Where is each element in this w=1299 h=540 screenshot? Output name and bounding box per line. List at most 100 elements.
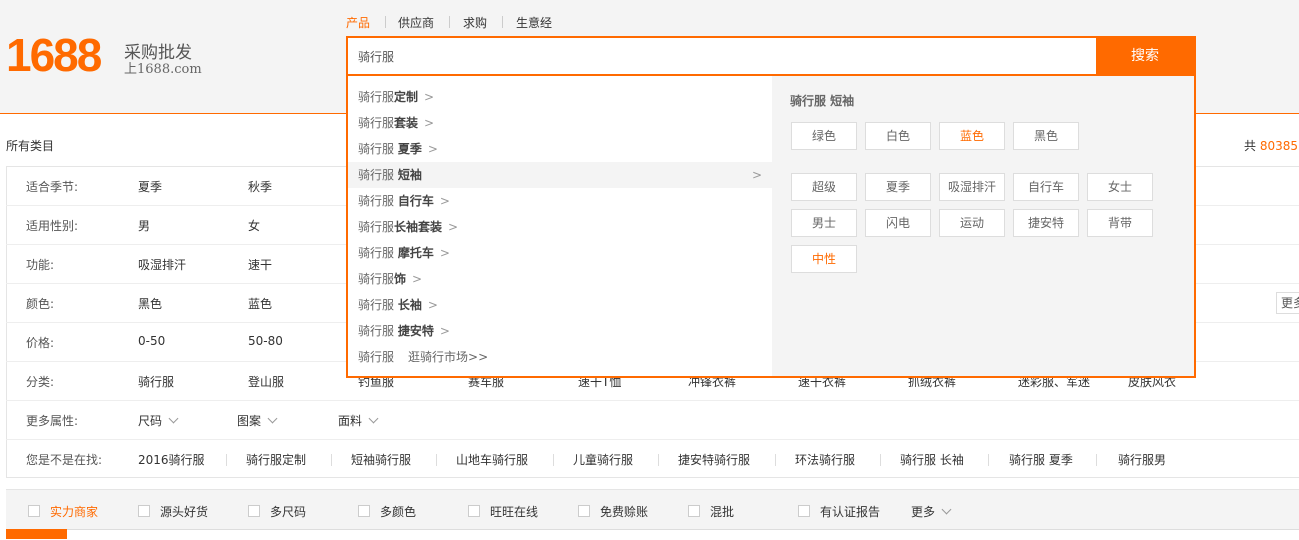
tag-chip[interactable]: 自行车 — [1013, 173, 1079, 201]
suggestion-base: 骑行服 — [358, 324, 398, 338]
attribute-dropdown-label: 面料 — [338, 414, 363, 428]
divider — [226, 454, 227, 466]
suggestion-item[interactable]: 骑行服 长袖 > — [348, 292, 772, 318]
sort-tab-active[interactable] — [6, 529, 67, 539]
suggestion-base: 骑行服 — [358, 142, 398, 156]
tag-chip[interactable]: 运动 — [939, 209, 1005, 237]
checkbox-icon — [688, 505, 700, 517]
filter-option[interactable]: 黑色 — [138, 295, 162, 312]
search-tab-suppliers[interactable]: 供应商 — [398, 14, 434, 31]
filter-option[interactable]: 夏季 — [138, 178, 162, 195]
search-input[interactable] — [348, 38, 1116, 74]
suggestion-item[interactable]: 骑行服饰 > — [348, 266, 772, 292]
chevron-right-icon: > — [424, 116, 435, 130]
related-search-link[interactable]: 骑行服 长袖 — [900, 451, 964, 468]
filter-option[interactable]: 女 — [248, 217, 260, 234]
filter-checkbox-wangwang-online[interactable]: 旺旺在线 — [468, 503, 538, 520]
result-total-count: 80385 — [1259, 139, 1299, 153]
related-search-link[interactable]: 骑行服男 — [1118, 451, 1166, 468]
chevron-right-icon: > — [439, 246, 450, 260]
search-tab-business-tips[interactable]: 生意经 — [516, 14, 552, 31]
tag-chip[interactable]: 夏季 — [865, 173, 931, 201]
filter-option[interactable]: 吸湿排汗 — [138, 256, 186, 273]
related-search-link[interactable]: 环法骑行服 — [795, 451, 855, 468]
filter-option[interactable]: 蓝色 — [248, 295, 272, 312]
more-colors-button[interactable]: 更多 — [1276, 292, 1299, 314]
filter-option[interactable]: 骑行服 — [138, 373, 174, 390]
tab-divider — [385, 16, 386, 28]
tag-chip[interactable]: 男士 — [791, 209, 857, 237]
market-link[interactable]: 逛骑行市场>> — [408, 350, 488, 364]
related-search-link[interactable]: 骑行服 夏季 — [1009, 451, 1073, 468]
tag-chip[interactable]: 女士 — [1087, 173, 1153, 201]
filter-label: 颜色: — [26, 297, 55, 311]
attribute-dropdown-size[interactable]: 尺码 — [138, 412, 179, 429]
filter-checkbox-certified-report[interactable]: 有认证报告 — [798, 503, 880, 520]
filter-checkbox-mixed-batch[interactable]: 混批 — [688, 503, 734, 520]
suggestion-base: 骑行服 — [358, 168, 398, 182]
filter-option[interactable]: 0-50 — [138, 334, 165, 348]
checkbox-icon — [468, 505, 480, 517]
related-search-link[interactable]: 骑行服定制 — [246, 451, 306, 468]
search-tab-products[interactable]: 产品 — [346, 14, 370, 31]
suggestion-item[interactable]: 骑行服 捷安特 > — [348, 318, 772, 344]
all-categories-link[interactable]: 所有类目 — [6, 137, 54, 154]
suggestion-base: 骑行服 — [358, 272, 395, 286]
related-search-link[interactable]: 山地车骑行服 — [456, 451, 528, 468]
suggestion-base: 骑行服 — [358, 246, 398, 260]
checkbox-label: 实力商家 — [50, 505, 99, 519]
filter-checkbox-free-credit[interactable]: 免费赊账 — [578, 503, 648, 520]
suggestion-item[interactable]: 骑行服 夏季 > — [348, 136, 772, 162]
suggestion-term: 捷安特 — [397, 324, 434, 338]
suggestion-base: 骑行服 — [358, 350, 395, 364]
filter-checkbox-source-goods[interactable]: 源头好货 — [138, 503, 208, 520]
filter-checkbox-multi-size[interactable]: 多尺码 — [248, 503, 306, 520]
suggestion-item[interactable]: 骑行服长袖套装 > — [348, 214, 772, 240]
filter-label: 功能: — [26, 258, 55, 272]
related-search-link[interactable]: 捷安特骑行服 — [678, 451, 750, 468]
checkbox-label: 免费赊账 — [600, 505, 649, 519]
related-search-link[interactable]: 短袖骑行服 — [351, 451, 411, 468]
tab-divider — [502, 16, 503, 28]
filter-option[interactable]: 秋季 — [248, 178, 272, 195]
site-logo[interactable]: 1688 — [6, 28, 102, 82]
tag-chip[interactable]: 闪电 — [865, 209, 931, 237]
tag-chip[interactable]: 黑色 — [1013, 122, 1079, 150]
tag-chip[interactable]: 吸湿排汗 — [939, 173, 1005, 201]
related-search-link[interactable]: 2016骑行服 — [138, 451, 205, 468]
attribute-dropdown-pattern[interactable]: 图案 — [237, 412, 278, 429]
attribute-dropdown-fabric[interactable]: 面料 — [338, 412, 379, 429]
tag-chip[interactable]: 中性 — [791, 245, 857, 273]
filter-option[interactable]: 登山服 — [248, 373, 284, 390]
more-quick-filters-button[interactable]: 更多 — [911, 503, 952, 520]
tag-chip[interactable]: 超级 — [791, 173, 857, 201]
divider — [1096, 454, 1097, 466]
filter-label: 价格: — [26, 336, 55, 350]
filter-checkbox-strong-merchant[interactable]: 实力商家 — [28, 503, 98, 520]
filter-option[interactable]: 50-80 — [248, 334, 283, 348]
suggestion-item[interactable]: 骑行服定制 > — [348, 84, 772, 110]
tag-chip[interactable]: 捷安特 — [1013, 209, 1079, 237]
quick-filter-bar: 实力商家 源头好货 多尺码 多颜色 旺旺在线 免费赊账 混批 有认证报告 更多 — [6, 489, 1299, 530]
suggestion-term: 定制 — [394, 90, 419, 104]
tag-chip[interactable]: 绿色 — [791, 122, 857, 150]
search-button[interactable]: 搜索 — [1096, 38, 1194, 74]
filter-option[interactable]: 男 — [138, 217, 150, 234]
divider — [553, 454, 554, 466]
filter-checkbox-multi-color[interactable]: 多颜色 — [358, 503, 416, 520]
tag-chip[interactable]: 背带 — [1087, 209, 1153, 237]
suggestion-item[interactable]: 骑行服 摩托车 > — [348, 240, 772, 266]
checkbox-icon — [248, 505, 260, 517]
related-search-link[interactable]: 儿童骑行服 — [573, 451, 633, 468]
tag-chip[interactable]: 蓝色 — [939, 122, 1005, 150]
filter-row-suggestions: 您是不是在找: 2016骑行服 骑行服定制 短袖骑行服 山地车骑行服 儿童骑行服… — [6, 439, 1299, 478]
suggestion-item[interactable]: 骑行服套装 > — [348, 110, 772, 136]
search-tab-buying-requests[interactable]: 求购 — [463, 14, 487, 31]
suggestion-item-active[interactable]: 骑行服 短袖 > — [348, 162, 772, 188]
suggestion-base: 骑行服 — [358, 116, 395, 130]
chevron-down-icon — [941, 504, 952, 515]
suggestion-item[interactable]: 骑行服 自行车 > — [348, 188, 772, 214]
tag-chip[interactable]: 白色 — [865, 122, 931, 150]
divider — [880, 454, 881, 466]
filter-option[interactable]: 速干 — [248, 256, 272, 273]
